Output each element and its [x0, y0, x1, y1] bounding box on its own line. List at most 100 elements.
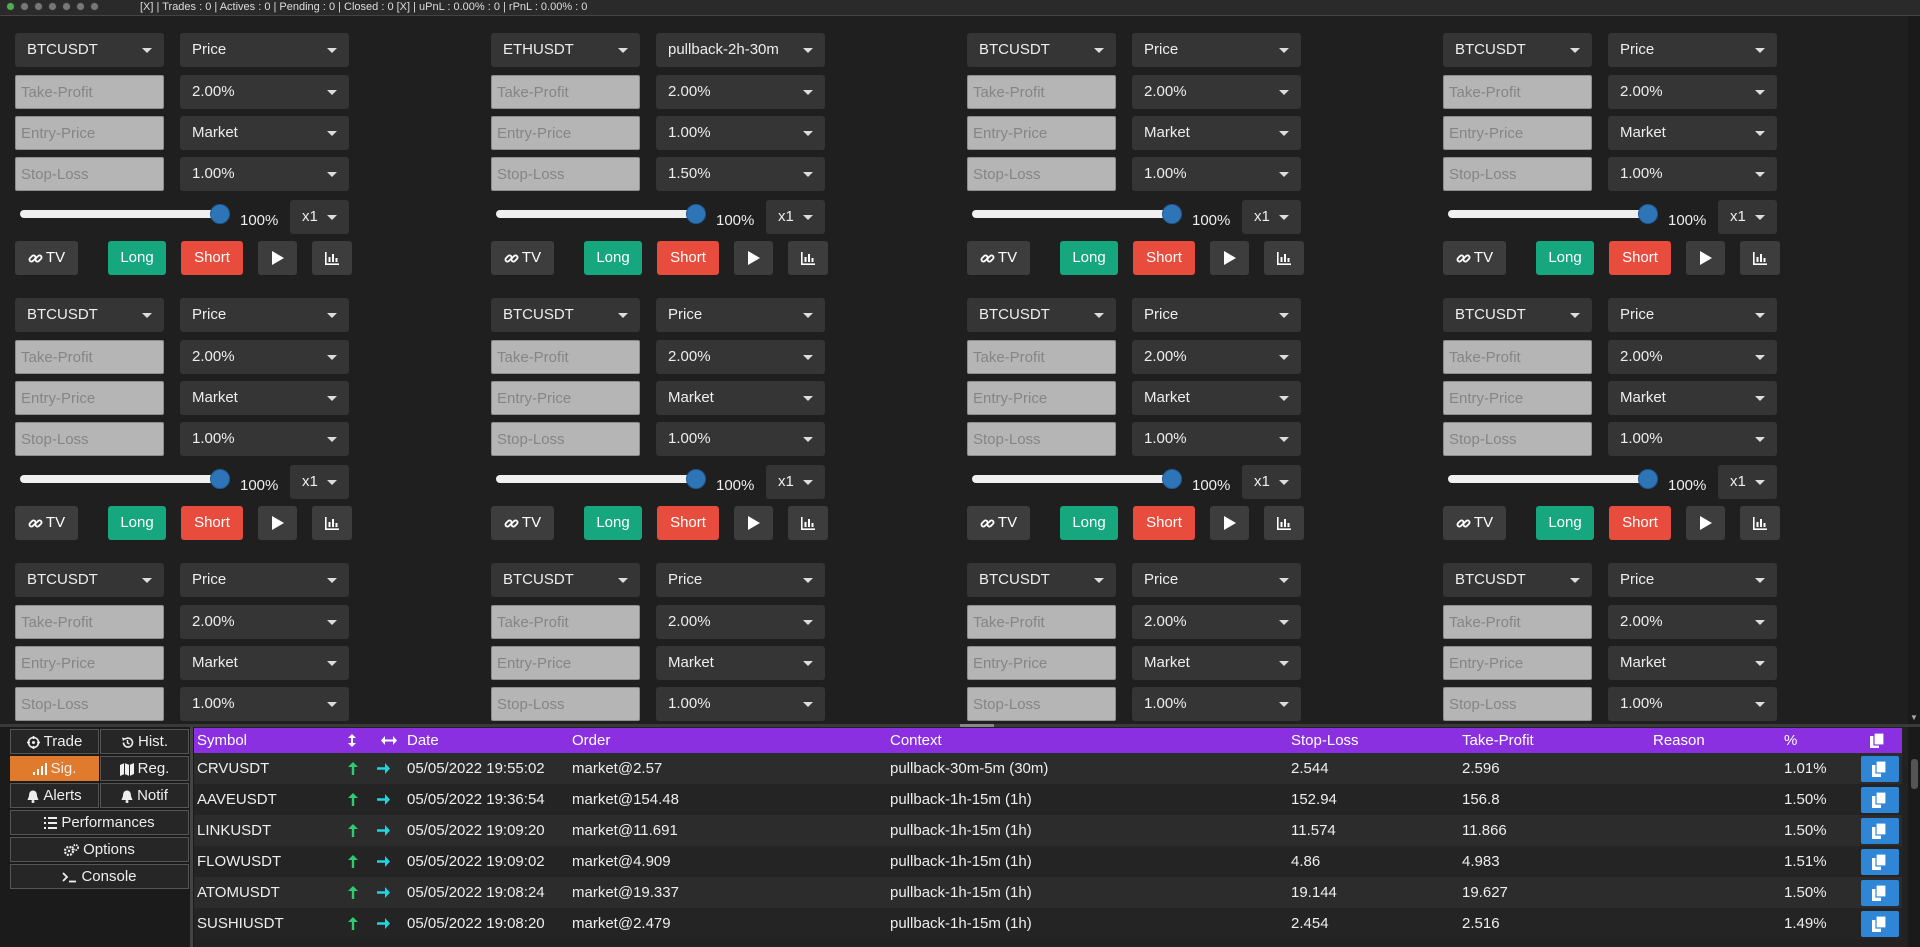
symbol-select[interactable]: BTCUSDT — [15, 33, 164, 67]
stop-loss-input[interactable] — [491, 157, 640, 191]
entry-mode-select[interactable]: Market — [1608, 116, 1777, 150]
chart-button[interactable] — [1264, 506, 1304, 540]
leverage-select[interactable]: x1 — [766, 200, 825, 234]
stop-loss-input[interactable] — [967, 687, 1116, 721]
window-dot-icon[interactable] — [48, 2, 57, 11]
entry-mode-select[interactable]: Market — [656, 381, 825, 415]
slider-thumb[interactable] — [1638, 469, 1658, 489]
entry-price-input[interactable] — [491, 116, 640, 150]
stop-loss-input[interactable] — [1443, 687, 1592, 721]
context-select[interactable]: Price — [1132, 33, 1301, 67]
quantity-slider[interactable] — [972, 204, 1182, 224]
table-row[interactable]: CRVUSDT 05/05/2022 19:55:02 market@2.57 pul… — [194, 753, 1902, 784]
take-profit-input[interactable] — [1443, 340, 1592, 374]
play-button[interactable] — [258, 241, 297, 275]
take-profit-mode-select[interactable]: 2.00% — [1608, 605, 1777, 639]
play-button[interactable] — [734, 506, 773, 540]
tab-performances[interactable]: Performances — [10, 810, 189, 835]
chart-button[interactable] — [788, 506, 828, 540]
leverage-select[interactable]: x1 — [1242, 465, 1301, 499]
leverage-select[interactable]: x1 — [1718, 465, 1777, 499]
chart-button[interactable] — [312, 241, 352, 275]
copy-button[interactable] — [1861, 787, 1899, 813]
play-button[interactable] — [734, 241, 773, 275]
column-header-order[interactable]: Order — [572, 728, 610, 753]
leverage-select[interactable]: x1 — [1242, 200, 1301, 234]
tab-console[interactable]: Console — [10, 864, 189, 889]
table-row[interactable]: LINKUSDT 05/05/2022 19:09:20 market@11.691… — [194, 815, 1902, 846]
window-dot-icon[interactable] — [6, 2, 15, 11]
quantity-slider[interactable] — [1448, 469, 1658, 489]
tradingview-button[interactable]: TV — [1443, 506, 1506, 540]
column-header-symbol[interactable]: Symbol — [197, 728, 247, 753]
slider-thumb[interactable] — [210, 469, 230, 489]
short-button[interactable]: Short — [181, 506, 243, 540]
quantity-slider[interactable] — [1448, 204, 1658, 224]
stop-loss-mode-select[interactable]: 1.00% — [180, 687, 349, 721]
column-header-percent[interactable]: % — [1784, 728, 1797, 753]
quantity-slider[interactable] — [496, 469, 706, 489]
symbol-select[interactable]: BTCUSDT — [1443, 298, 1592, 332]
stop-loss-mode-select[interactable]: 1.00% — [656, 687, 825, 721]
slider-track[interactable] — [972, 475, 1172, 483]
table-scrollbar[interactable] — [1908, 727, 1920, 947]
table-row[interactable]: FLOWUSDT 05/05/2022 19:09:02 market@4.909 p… — [194, 846, 1902, 877]
take-profit-mode-select[interactable]: 2.00% — [1608, 75, 1777, 109]
context-select[interactable]: Price — [1608, 298, 1777, 332]
symbol-select[interactable]: BTCUSDT — [967, 298, 1116, 332]
context-select[interactable]: pullback-2h-30m — [656, 33, 825, 67]
left-panel-divider[interactable] — [190, 727, 193, 947]
chart-button[interactable] — [1264, 241, 1304, 275]
entry-price-input[interactable] — [491, 646, 640, 680]
long-button[interactable]: Long — [584, 506, 642, 540]
slider-track[interactable] — [20, 210, 220, 218]
long-button[interactable]: Long — [108, 506, 166, 540]
sort-vertical-icon[interactable] — [348, 734, 356, 747]
slider-track[interactable] — [496, 475, 696, 483]
window-dot-icon[interactable] — [90, 2, 99, 11]
long-button[interactable]: Long — [1536, 506, 1594, 540]
long-button[interactable]: Long — [1060, 241, 1118, 275]
stop-loss-mode-select[interactable]: 1.00% — [1132, 422, 1301, 456]
panels-scrollbar[interactable]: ▼ — [1908, 16, 1920, 724]
short-button[interactable]: Short — [1609, 506, 1671, 540]
play-button[interactable] — [258, 506, 297, 540]
take-profit-mode-select[interactable]: 2.00% — [656, 340, 825, 374]
symbol-select[interactable]: BTCUSDT — [15, 298, 164, 332]
symbol-select[interactable]: BTCUSDT — [491, 563, 640, 597]
tab-options[interactable]: Options — [10, 837, 189, 862]
entry-price-input[interactable] — [15, 381, 164, 415]
entry-price-input[interactable] — [1443, 116, 1592, 150]
stop-loss-input[interactable] — [1443, 422, 1592, 456]
column-header-context[interactable]: Context — [890, 728, 942, 753]
long-button[interactable]: Long — [1060, 506, 1118, 540]
play-button[interactable] — [1686, 506, 1725, 540]
context-select[interactable]: Price — [1132, 298, 1301, 332]
column-header-take-profit[interactable]: Take-Profit — [1462, 728, 1534, 753]
stop-loss-mode-select[interactable]: 1.00% — [1132, 687, 1301, 721]
chart-button[interactable] — [1740, 506, 1780, 540]
symbol-select[interactable]: ETHUSDT — [491, 33, 640, 67]
symbol-select[interactable]: BTCUSDT — [1443, 563, 1592, 597]
entry-mode-select[interactable]: Market — [1608, 381, 1777, 415]
symbol-select[interactable]: BTCUSDT — [967, 563, 1116, 597]
take-profit-mode-select[interactable]: 2.00% — [1132, 340, 1301, 374]
take-profit-input[interactable] — [967, 340, 1116, 374]
stop-loss-mode-select[interactable]: 1.00% — [180, 157, 349, 191]
take-profit-mode-select[interactable]: 2.00% — [1132, 75, 1301, 109]
scroll-down-icon[interactable]: ▼ — [1910, 713, 1918, 722]
take-profit-mode-select[interactable]: 2.00% — [656, 605, 825, 639]
take-profit-input[interactable] — [491, 340, 640, 374]
slider-thumb[interactable] — [1638, 204, 1658, 224]
slider-track[interactable] — [972, 210, 1172, 218]
take-profit-mode-select[interactable]: 2.00% — [180, 340, 349, 374]
quantity-slider[interactable] — [972, 469, 1182, 489]
leverage-select[interactable]: x1 — [290, 200, 349, 234]
copy-button[interactable] — [1861, 911, 1899, 937]
symbol-select[interactable]: BTCUSDT — [1443, 33, 1592, 67]
entry-price-input[interactable] — [967, 381, 1116, 415]
leverage-select[interactable]: x1 — [290, 465, 349, 499]
quantity-slider[interactable] — [20, 469, 230, 489]
leverage-select[interactable]: x1 — [766, 465, 825, 499]
short-button[interactable]: Short — [657, 506, 719, 540]
